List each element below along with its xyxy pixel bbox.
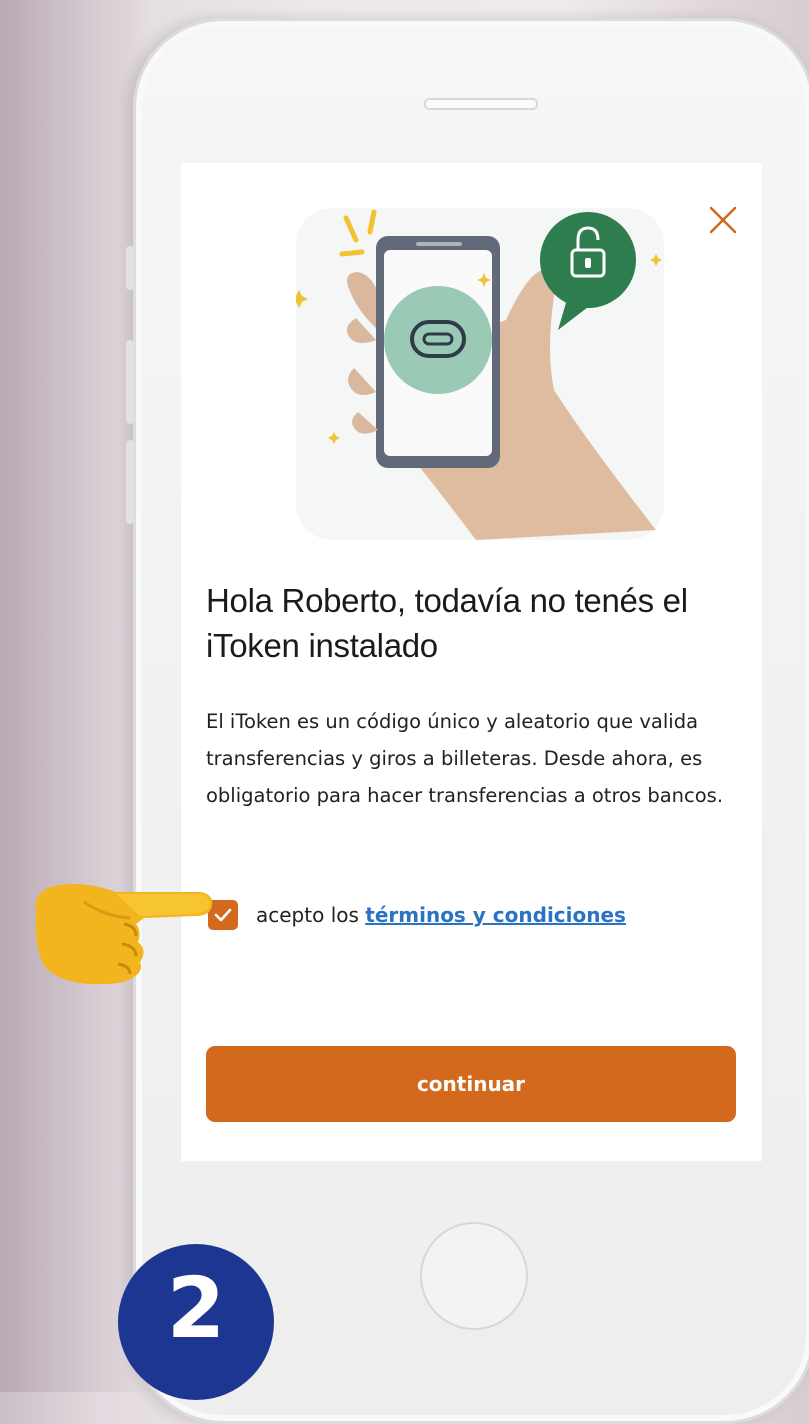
phone-side-button xyxy=(126,246,134,290)
checkmark-icon xyxy=(214,908,232,922)
terms-prefix: acepto los xyxy=(256,903,366,927)
terms-label: acepto los términos y condiciones xyxy=(256,903,626,927)
phone-speaker xyxy=(424,98,538,110)
continue-button[interactable]: continuar xyxy=(206,1046,736,1122)
terms-row: acepto los términos y condiciones xyxy=(208,898,626,932)
phone-volume-up xyxy=(126,340,134,424)
close-icon xyxy=(709,206,737,234)
background-shade xyxy=(0,0,150,1392)
pointing-hand-icon xyxy=(35,884,213,985)
phone-volume-down xyxy=(126,440,134,524)
close-button[interactable] xyxy=(707,204,739,236)
itoken-description: El iToken es un código único y aleatorio… xyxy=(206,710,724,807)
phone-home-button[interactable] xyxy=(420,1222,528,1330)
itoken-illustration xyxy=(296,208,664,540)
step-badge: 2 xyxy=(118,1244,274,1400)
page-title: Hola Roberto, todavía no tenés el iToken… xyxy=(206,582,688,664)
terms-link[interactable]: términos y condiciones xyxy=(365,903,626,927)
